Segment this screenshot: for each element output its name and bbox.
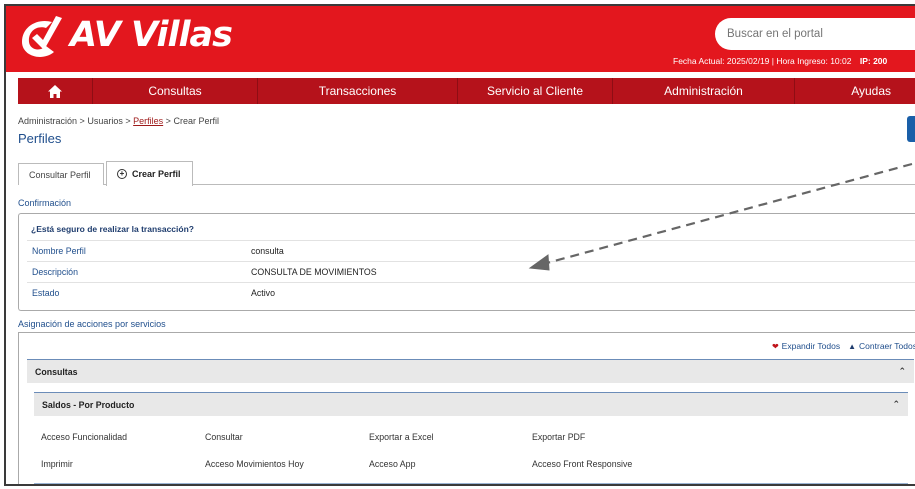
chevron-down-icon: ❤ bbox=[771, 342, 779, 351]
detail-key: Descripción bbox=[32, 267, 78, 277]
site-header: AV Villas Fecha Actual: 2025/02/19 | Hor… bbox=[6, 6, 915, 72]
breadcrumb-separator: > bbox=[79, 116, 85, 126]
session-info: Fecha Actual: 2025/02/19 | Hora Ingreso:… bbox=[673, 56, 887, 66]
permission-item[interactable]: Acceso Front Responsive bbox=[532, 459, 632, 469]
collapse-all-button[interactable]: ▲ Contraer Todos bbox=[848, 341, 915, 351]
confirmation-panel: ¿Está seguro de realizar la transacción?… bbox=[18, 213, 915, 311]
tab-consultar-perfil-label: Consultar Perfil bbox=[29, 169, 91, 180]
breadcrumb-administracion: Administración bbox=[18, 116, 78, 126]
permission-item[interactable]: Imprimir bbox=[41, 459, 73, 469]
assignment-panel: ❤ Expandir Todos ▲ Contraer Todos Consulta… bbox=[18, 332, 915, 484]
chevron-up-icon[interactable]: ⌃ bbox=[892, 399, 900, 410]
plus-circle-icon: + bbox=[117, 169, 127, 179]
detail-value: CONSULTA DE MOVIMIENTOS bbox=[251, 267, 377, 277]
permission-item[interactable]: Acceso Movimientos Hoy bbox=[205, 459, 304, 469]
breadcrumb-usuarios: Usuarios bbox=[87, 116, 123, 126]
breadcrumb: Administración > Usuarios > Perfiles > C… bbox=[18, 116, 219, 126]
expand-all-button[interactable]: ❤ Expandir Todos bbox=[772, 341, 840, 351]
collapse-all-label: Contraer Todos bbox=[859, 341, 915, 351]
permission-item[interactable]: Acceso Funcionalidad bbox=[41, 432, 127, 442]
brand-name: AV Villas bbox=[70, 15, 233, 55]
detail-row: Nombre Perfil consulta bbox=[27, 240, 915, 261]
assignment-section-label: Asignación de acciones por servicios bbox=[18, 319, 166, 329]
service-subgroup-saldos[interactable]: Saldos - Por Producto ⌃ bbox=[34, 392, 908, 416]
brand-logo[interactable]: AV Villas bbox=[16, 12, 233, 58]
av-villas-logo-icon bbox=[22, 16, 62, 57]
session-date-time: Fecha Actual: 2025/02/19 | Hora Ingreso:… bbox=[673, 56, 852, 66]
expand-all-label: Expandir Todos bbox=[781, 341, 841, 351]
detail-key: Estado bbox=[32, 288, 60, 298]
menu-item-administracion[interactable]: Administración bbox=[613, 78, 795, 104]
breadcrumb-separator: > bbox=[165, 116, 171, 126]
menu-item-consultas[interactable]: Consultas bbox=[93, 78, 258, 104]
service-group-consultas[interactable]: Consultas ⌃ bbox=[27, 359, 914, 383]
browser-frame: AV Villas Fecha Actual: 2025/02/19 | Hor… bbox=[4, 4, 915, 486]
expand-collapse-controls: ❤ Expandir Todos ▲ Contraer Todos bbox=[772, 341, 915, 351]
detail-value: consulta bbox=[251, 246, 284, 256]
page-action-button[interactable] bbox=[907, 116, 915, 142]
breadcrumb-separator: > bbox=[125, 116, 131, 126]
permission-item[interactable]: Exportar a Excel bbox=[369, 432, 434, 442]
section-divider bbox=[34, 483, 908, 484]
permission-item[interactable]: Acceso App bbox=[369, 459, 415, 469]
detail-key: Nombre Perfil bbox=[32, 246, 86, 256]
tab-crear-perfil-label: Crear Perfil bbox=[132, 169, 181, 179]
chevron-up-icon: ▲ bbox=[848, 342, 857, 351]
home-icon bbox=[48, 84, 62, 98]
tab-bar: Consultar Perfil + Crear Perfil bbox=[18, 161, 915, 186]
portal-search-input[interactable] bbox=[715, 18, 915, 50]
chevron-up-icon[interactable]: ⌃ bbox=[898, 366, 906, 377]
main-menu: Consultas Transacciones Servicio al Clie… bbox=[18, 78, 915, 104]
tab-crear-perfil[interactable]: + Crear Perfil bbox=[106, 161, 193, 186]
home-menu-item[interactable] bbox=[18, 78, 93, 104]
service-subgroup-label: Saldos - Por Producto bbox=[42, 399, 135, 410]
page-title: Perfiles bbox=[18, 131, 62, 146]
confirmation-question: ¿Está seguro de realizar la transacción? bbox=[31, 224, 194, 234]
breadcrumb-crear-perfil: Crear Perfil bbox=[173, 116, 219, 126]
session-ip: IP: 200 bbox=[859, 56, 888, 66]
service-group-label: Consultas bbox=[35, 366, 78, 377]
detail-row: Estado Activo bbox=[27, 282, 915, 303]
confirmation-section-label: Confirmación bbox=[18, 198, 72, 208]
breadcrumb-perfiles-link[interactable]: Perfiles bbox=[133, 116, 163, 126]
tab-consultar-perfil[interactable]: Consultar Perfil bbox=[18, 163, 104, 185]
detail-row: Descripción CONSULTA DE MOVIMIENTOS bbox=[27, 261, 915, 282]
menu-item-transacciones[interactable]: Transacciones bbox=[258, 78, 458, 104]
menu-item-servicio-cliente[interactable]: Servicio al Cliente bbox=[458, 78, 613, 104]
permission-item[interactable]: Consultar bbox=[205, 432, 243, 442]
menu-item-ayudas[interactable]: Ayudas bbox=[795, 78, 915, 104]
permission-item[interactable]: Exportar PDF bbox=[532, 432, 585, 442]
detail-value: Activo bbox=[251, 288, 275, 298]
